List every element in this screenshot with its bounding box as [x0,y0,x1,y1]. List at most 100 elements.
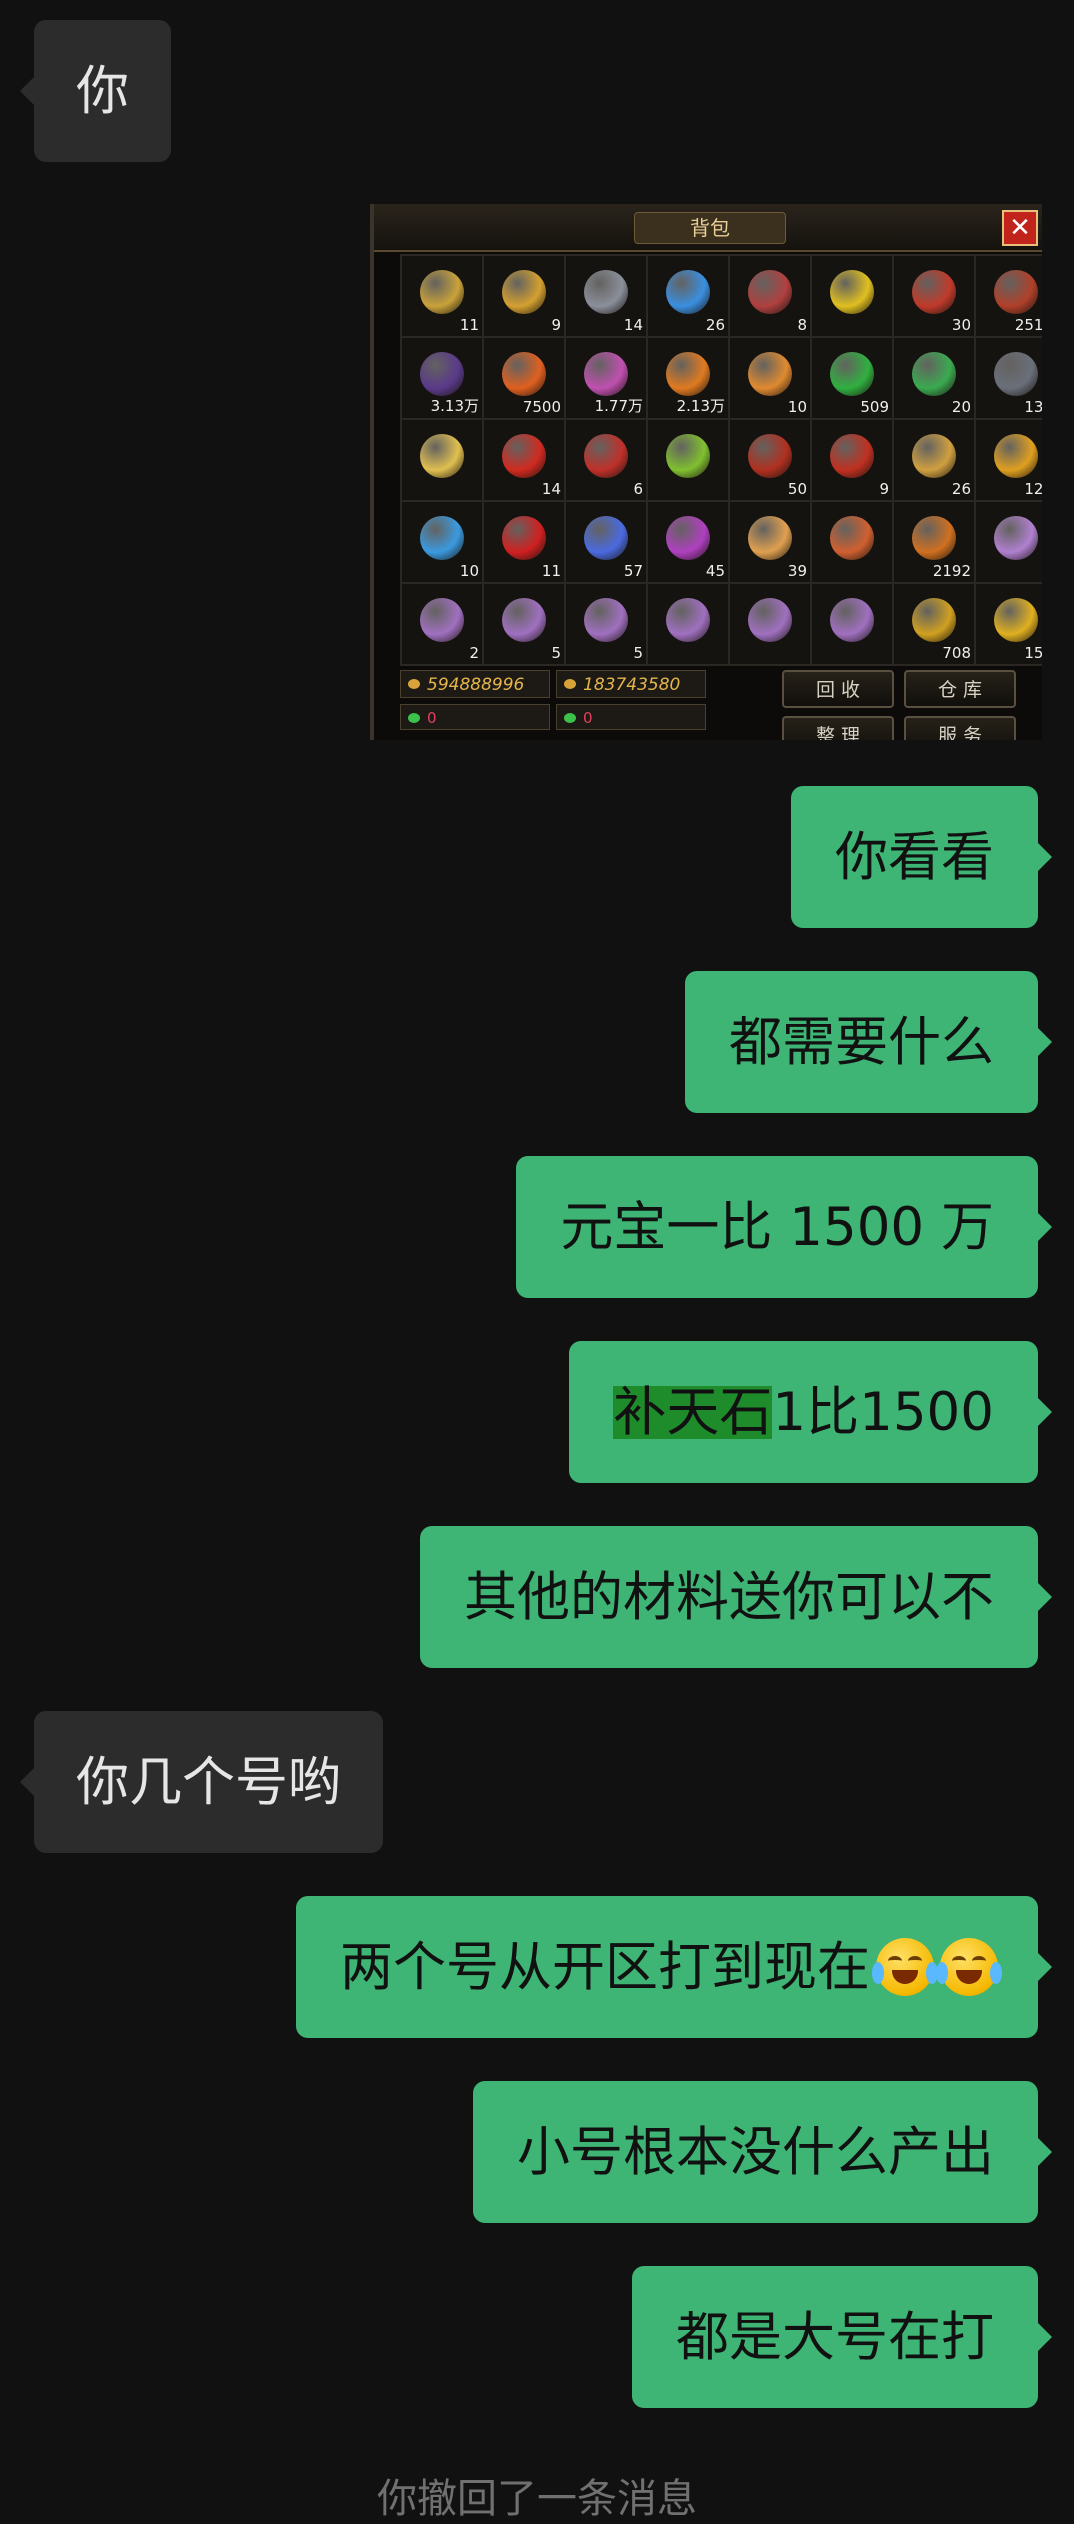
message-text: 都需要什么 [729,1011,994,1073]
inventory-slot: 3.13万 [402,338,482,418]
currency-green: 0 [400,704,550,730]
message-bubble[interactable]: 都需要什么 [685,971,1052,1113]
inventory-slot: 9 [484,256,564,336]
inventory-slot: 26 [648,256,728,336]
inventory-slot [812,502,892,582]
item-quantity: 9 [551,316,561,334]
message-bubble[interactable]: 你几个号哟 [20,1711,383,1853]
inventory-slot [648,584,728,664]
inventory-slot: 2192 [894,502,974,582]
item-quantity: 30 [951,316,971,334]
item-quantity: 2192 [932,562,971,580]
item-icon [912,598,956,642]
item-quantity: 11 [541,562,561,580]
inventory-header: 背包 ✕ [374,204,1042,252]
message-bubble[interactable]: 补天石 1比1500 [569,1341,1052,1483]
inventory-slot: 509 [812,338,892,418]
warehouse-button: 仓 库 [904,670,1016,708]
item-icon [584,516,628,560]
inventory-slot: 1.77万 [566,338,646,418]
message-text: 小号根本没什么产出 [517,2121,994,2183]
message-bubble[interactable]: 小号根本没什么产出 [473,2081,1052,2223]
inventory-slot: 708 [894,584,974,664]
inventory-slot: 14 [566,256,646,336]
item-icon [748,516,792,560]
item-icon [666,352,710,396]
message-text: 你几个号哟 [76,1751,341,1813]
item-icon [502,352,546,396]
inventory-slot: 120 [976,420,1042,500]
message-text: 都是大号在打 [676,2306,994,2368]
item-quantity: 3.13万 [430,397,479,415]
item-icon [420,598,464,642]
item-quantity: 6 [633,480,643,498]
item-quantity: 5 [551,644,561,662]
service-button: 服 务 [904,716,1016,740]
currency-silver: 183743580 [556,670,706,698]
face-with-tears-of-joy-icon [872,1938,938,1996]
close-icon: ✕ [1002,210,1038,246]
inventory-slot: 50 [730,420,810,500]
item-quantity: 137 [1024,398,1042,416]
item-icon [994,516,1038,560]
inventory-slot [812,256,892,336]
item-icon [502,434,546,478]
item-quantity: 14 [623,316,643,334]
message-bubble[interactable]: 都是大号在打 [632,2266,1052,2408]
item-quantity: 2.13万 [676,397,725,415]
face-with-tears-of-joy-icon [936,1938,1002,1996]
message-bubble[interactable]: 其他的材料送你可以不 [420,1526,1052,1668]
item-quantity: 11 [459,316,479,334]
item-quantity: 154 [1024,644,1042,662]
item-icon [830,352,874,396]
item-quantity: 120 [1024,480,1042,498]
item-icon [748,598,792,642]
item-quantity: 50 [787,480,807,498]
shared-image-inventory[interactable]: 背包 ✕ 119142683025163.13万75001.77万2.13万10… [370,204,1042,740]
inventory-slot: 137 [976,338,1042,418]
inventory-slot: 45 [648,502,728,582]
item-icon [666,598,710,642]
message-bubble[interactable]: 元宝一比 1500 万 [516,1156,1052,1298]
item-quantity: 509 [860,398,889,416]
inventory-slot: 2516 [976,256,1042,336]
item-icon [420,352,464,396]
inventory-slot: 30 [894,256,974,336]
item-icon [994,434,1038,478]
item-quantity: 20 [951,398,971,416]
inventory-slot [648,420,728,500]
item-quantity: 26 [951,480,971,498]
item-quantity: 708 [942,644,971,662]
message-bubble[interactable]: 两个号从开区打到现在 [296,1896,1052,2038]
inventory-slot: 10 [730,338,810,418]
inventory-slot: 11 [484,502,564,582]
message-bubble[interactable]: 你 [20,20,171,162]
item-icon [584,598,628,642]
item-quantity: 1.77万 [594,397,643,415]
item-quantity: 2516 [1014,316,1042,334]
inventory-slot: 8 [730,256,810,336]
inventory-slot: 9 [812,420,892,500]
item-icon [830,270,874,314]
item-quantity: 9 [879,480,889,498]
inventory-slot: 5 [484,584,564,664]
message-text: 两个号从开区打到现在 [340,1936,870,1998]
inventory-slot: 11 [402,256,482,336]
item-icon [748,434,792,478]
item-icon [748,270,792,314]
inventory-slot: 2 [976,502,1042,582]
item-icon [666,270,710,314]
item-icon [912,352,956,396]
item-icon [420,434,464,478]
message-bubble[interactable]: 你看看 [791,786,1052,928]
message-text: 1比1500 [772,1381,994,1443]
item-icon [502,598,546,642]
inventory-slot: 2 [402,584,482,664]
item-icon [830,434,874,478]
item-icon [584,434,628,478]
inventory-slot [812,584,892,664]
inventory-slot: 6 [566,420,646,500]
item-icon [584,352,628,396]
message-text: 你 [76,60,129,122]
inventory-slot: 154 [976,584,1042,664]
